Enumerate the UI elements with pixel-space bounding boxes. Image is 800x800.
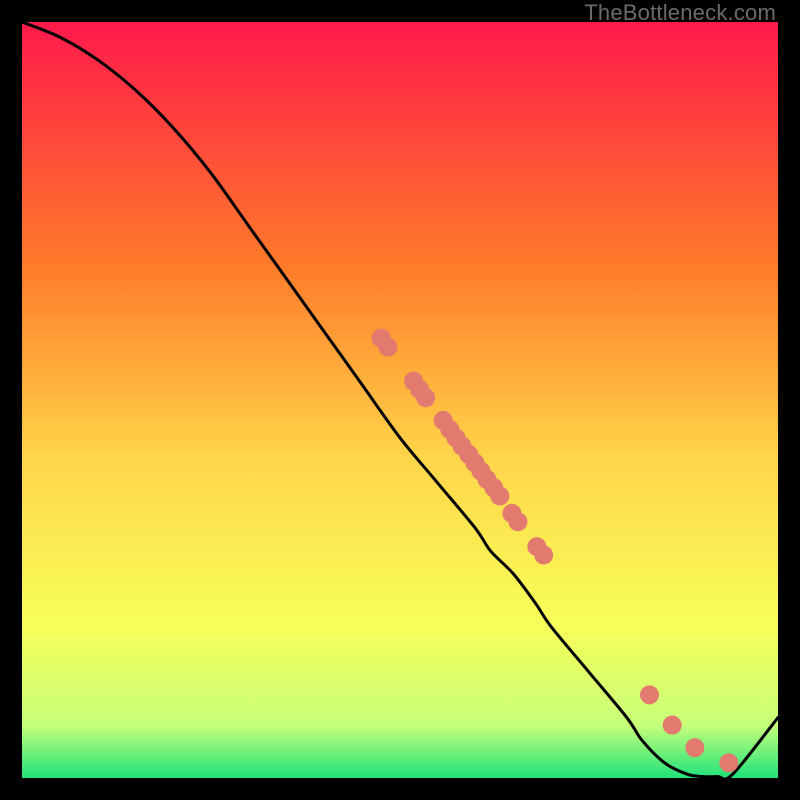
data-point-p2 xyxy=(378,338,397,357)
watermark-text: TheBottleneck.com xyxy=(584,0,776,26)
chart-stage: TheBottleneck.com xyxy=(0,0,800,800)
data-point-p20 xyxy=(640,685,659,704)
chart-plot-area xyxy=(22,22,778,778)
chart-dots-layer xyxy=(22,22,778,778)
data-point-p17 xyxy=(508,512,527,531)
data-point-p21 xyxy=(663,716,682,735)
data-point-p19 xyxy=(534,545,553,564)
data-point-p22 xyxy=(685,738,704,757)
data-point-p5 xyxy=(416,388,435,407)
data-point-p23 xyxy=(719,753,738,772)
data-point-p15 xyxy=(490,487,509,506)
